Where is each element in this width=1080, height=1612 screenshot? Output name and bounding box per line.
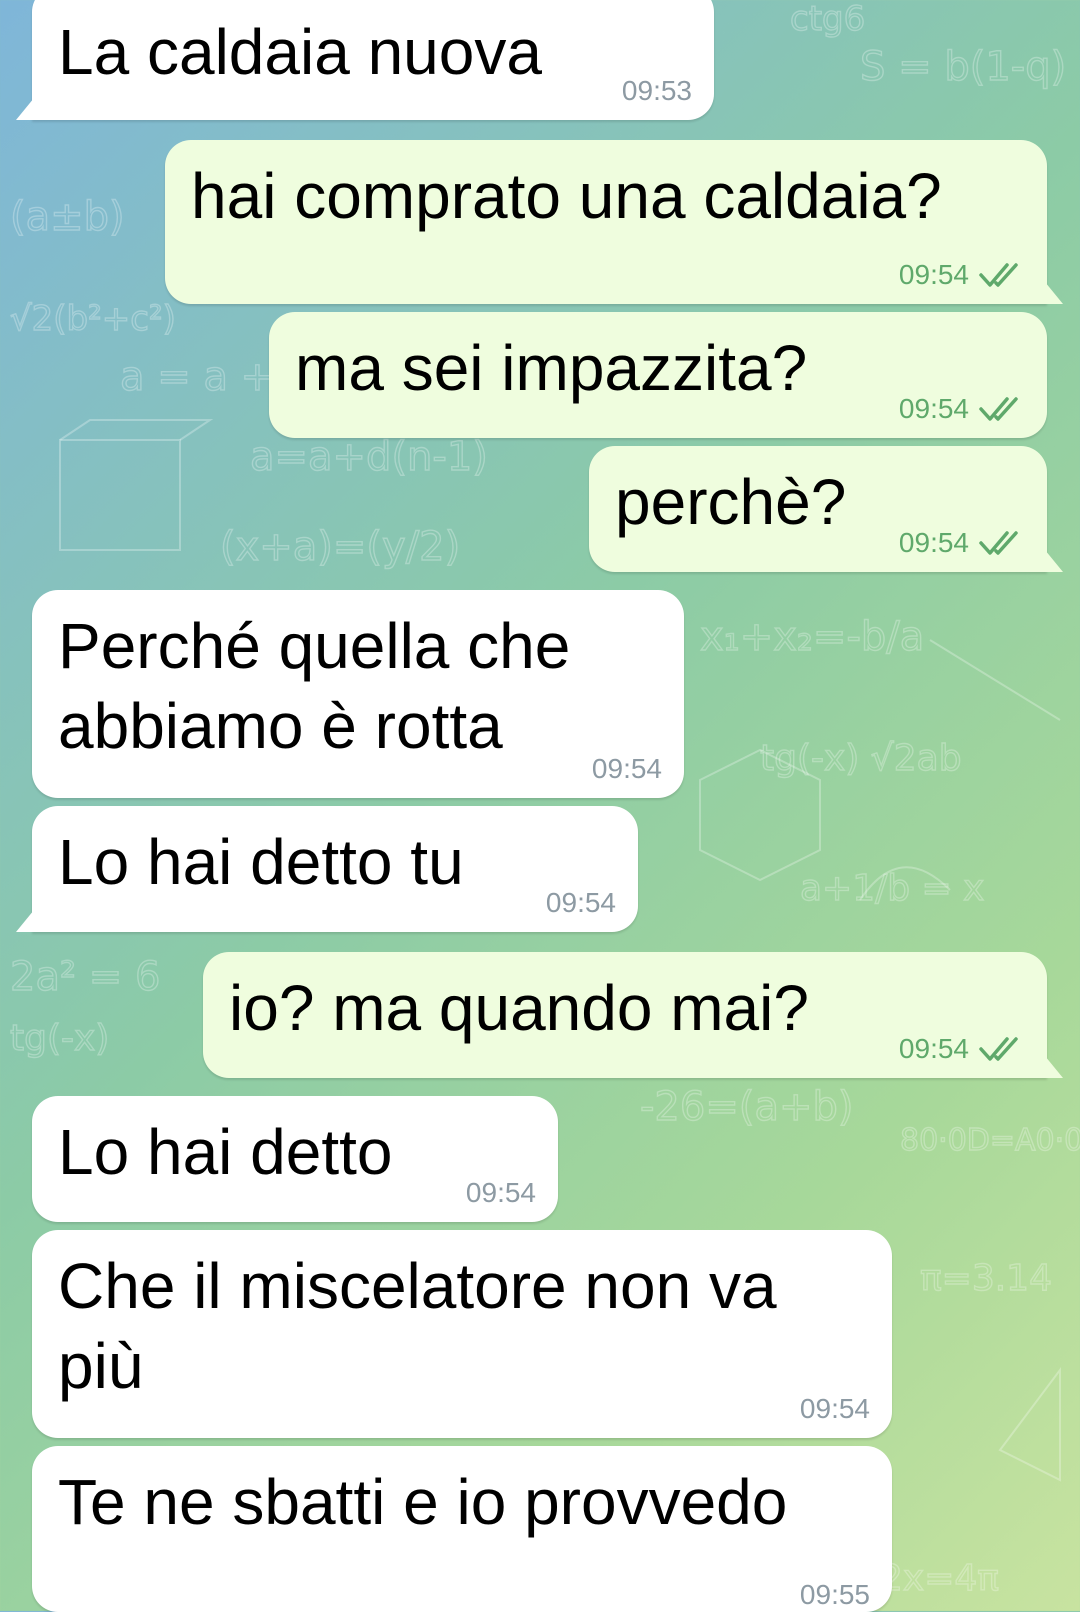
message-meta: 09:54 [800, 1394, 870, 1424]
message-time: 09:54 [591, 753, 662, 784]
message-bubble-outgoing[interactable]: io? ma quando mai? 09:54 [203, 952, 1047, 1078]
message-time: 09:54 [465, 1177, 536, 1208]
message-time: 09:54 [799, 1393, 870, 1424]
message-meta: 09:54 [899, 1034, 1025, 1064]
message-meta: 09:54 [899, 394, 1025, 424]
message-bubble-outgoing[interactable]: perchè? 09:54 [589, 446, 1047, 572]
message-time: 09:55 [799, 1579, 870, 1610]
read-double-check-icon [979, 1035, 1025, 1063]
message-meta: 09:53 [622, 76, 692, 106]
read-double-check-icon [979, 261, 1025, 289]
message-time: 09:54 [898, 259, 969, 290]
message-text: perchè? [615, 466, 847, 538]
message-bubble-incoming[interactable]: Perché quella che abbiamo è rotta 09:54 [32, 590, 684, 798]
read-double-check-icon [979, 529, 1025, 557]
message-text: Lo hai detto tu [58, 826, 464, 898]
message-text: La caldaia nuova [58, 16, 542, 88]
message-time: 09:54 [898, 393, 969, 424]
message-bubble-incoming[interactable]: Che il miscelatore non va più 09:54 [32, 1230, 892, 1438]
message-meta: 09:54 [592, 754, 662, 784]
message-text: Che il miscelatore non va più [58, 1250, 777, 1402]
message-meta: 09:54 [899, 260, 1025, 290]
message-bubble-incoming[interactable]: Lo hai detto 09:54 [32, 1096, 558, 1222]
message-text: io? ma quando mai? [229, 972, 809, 1044]
message-meta: 09:54 [899, 528, 1025, 558]
message-bubble-incoming[interactable]: Te ne sbatti e io provvedo 09:55 [32, 1446, 892, 1612]
message-bubble-incoming[interactable]: La caldaia nuova 09:53 [32, 0, 714, 120]
read-double-check-icon [979, 395, 1025, 423]
message-time: 09:54 [545, 887, 616, 918]
message-bubble-outgoing[interactable]: ma sei impazzita? 09:54 [269, 312, 1047, 438]
message-time: 09:54 [898, 527, 969, 558]
message-text: Te ne sbatti e io provvedo [58, 1466, 788, 1538]
message-time: 09:53 [621, 75, 692, 106]
message-bubble-outgoing[interactable]: hai comprato una caldaia? 09:54 [165, 140, 1047, 304]
chat-message-list: La caldaia nuova 09:53 hai comprato una … [0, 0, 1080, 1612]
message-text: hai comprato una caldaia? [191, 160, 942, 232]
message-time: 09:54 [898, 1033, 969, 1064]
message-meta: 09:55 [800, 1580, 870, 1610]
message-text: Perché quella che abbiamo è rotta [58, 610, 571, 762]
message-meta: 09:54 [466, 1178, 536, 1208]
message-bubble-incoming[interactable]: Lo hai detto tu 09:54 [32, 806, 638, 932]
message-meta: 09:54 [546, 888, 616, 918]
message-text: Lo hai detto [58, 1116, 393, 1188]
message-text: ma sei impazzita? [295, 332, 808, 404]
